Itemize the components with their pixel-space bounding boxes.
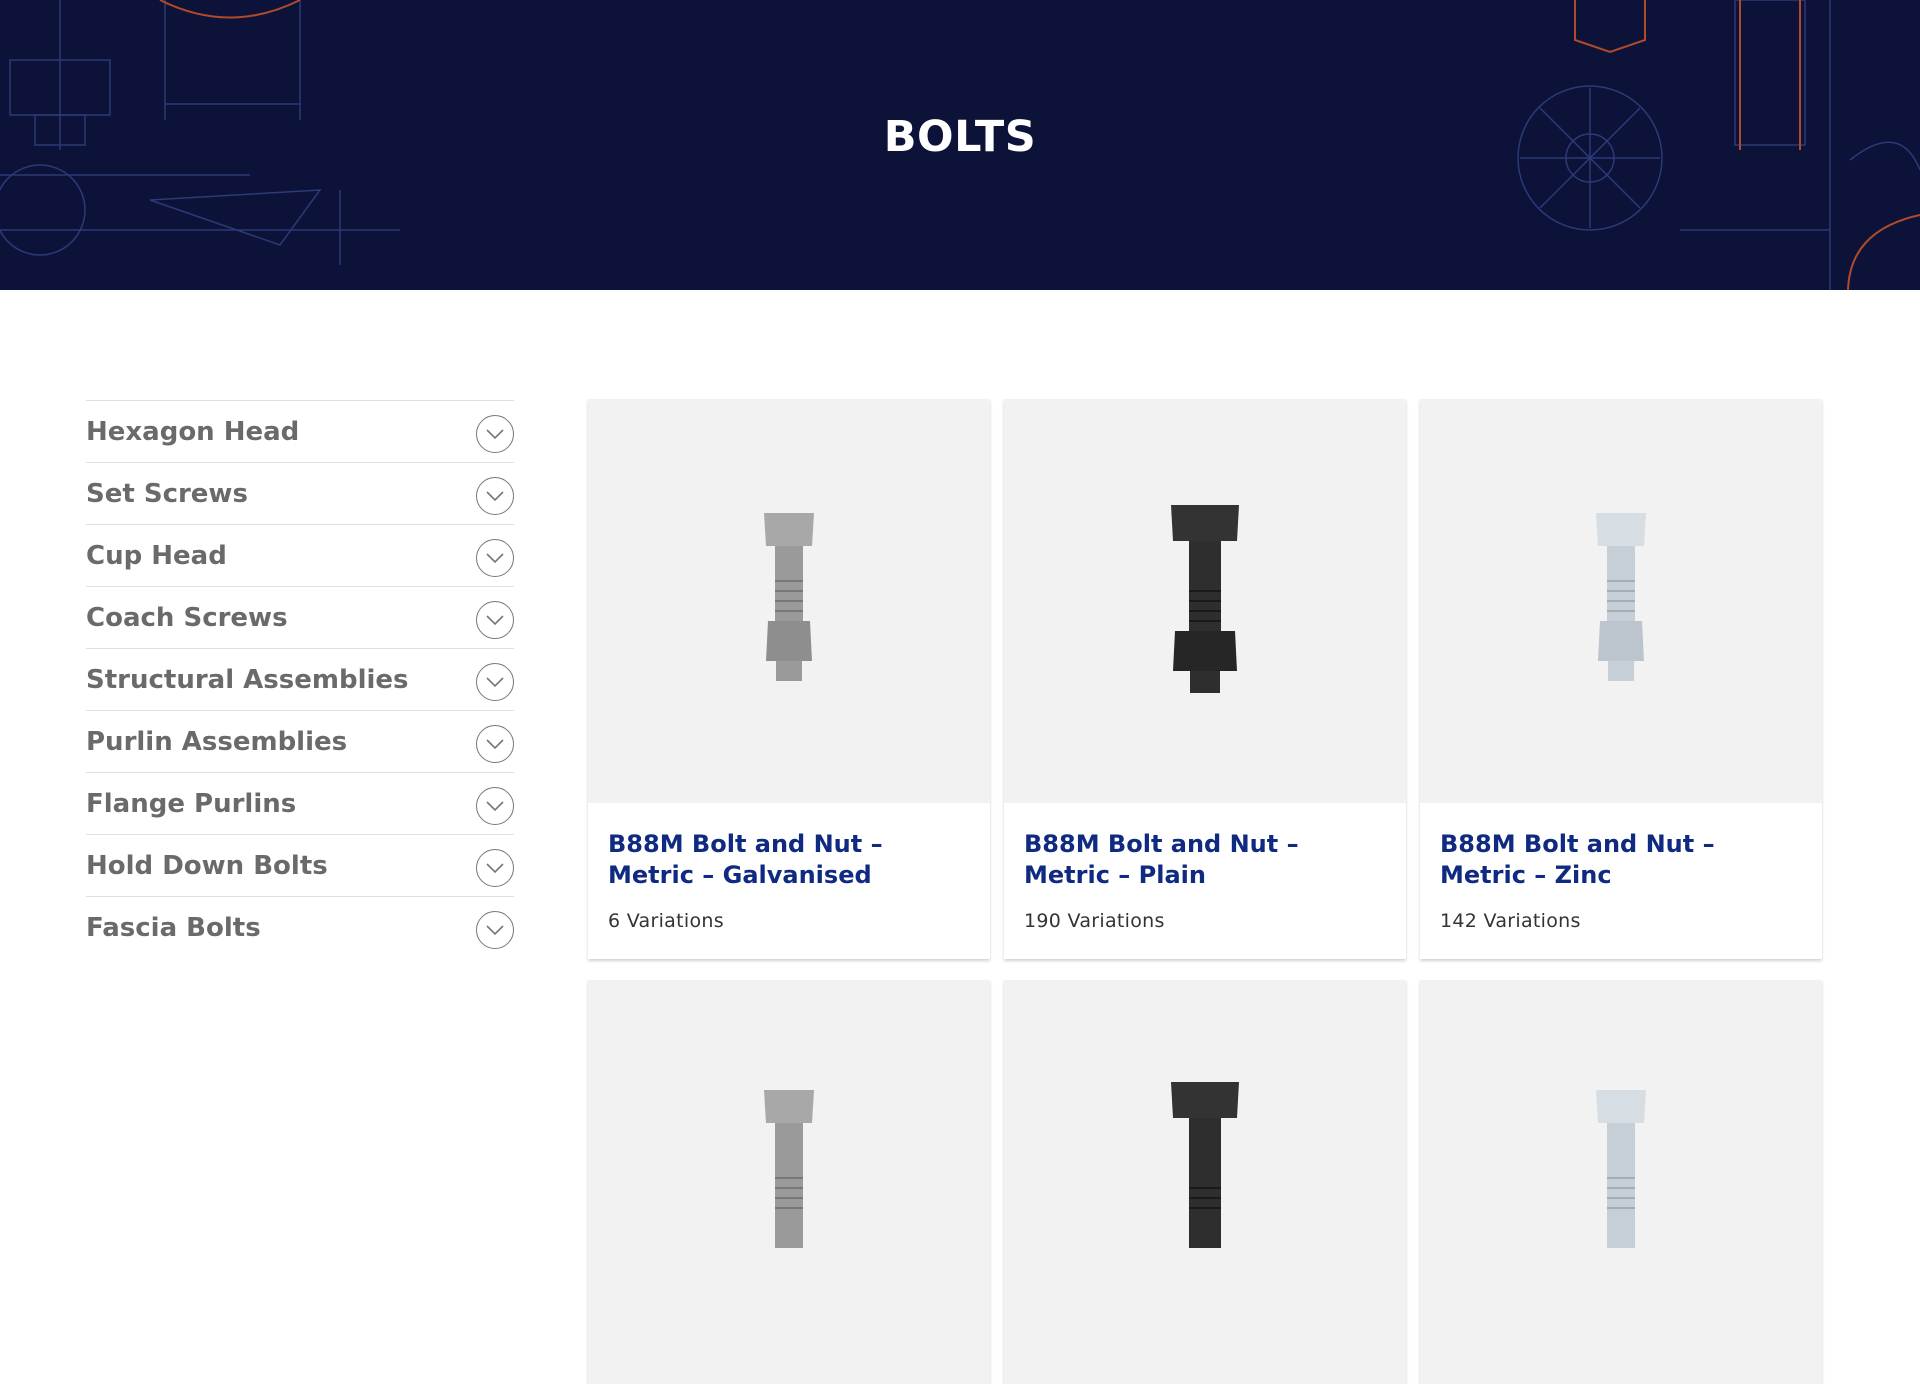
- sidebar-item-coach-screws[interactable]: Coach Screws: [86, 586, 514, 648]
- bolt-galvanised-icon: [764, 513, 814, 681]
- product-card-zinc-2[interactable]: [1420, 980, 1822, 1384]
- bolt-plain-icon: [1171, 505, 1239, 693]
- product-title[interactable]: B88M Bolt and Nut – Metric – Plain: [1024, 829, 1386, 891]
- sidebar-item-purlin-assemblies[interactable]: Purlin Assemblies: [86, 710, 514, 772]
- sidebar-item-label: Hexagon Head: [86, 416, 300, 447]
- chevron-down-icon[interactable]: [476, 476, 514, 515]
- product-title[interactable]: B88M Bolt and Nut – Metric – Zinc: [1440, 829, 1802, 891]
- sidebar-item-label: Flange Purlins: [86, 788, 297, 819]
- bolt-plain-icon: [1171, 1082, 1239, 1248]
- product-image[interactable]: [1420, 399, 1822, 803]
- product-image[interactable]: [1420, 980, 1822, 1384]
- product-card-zinc[interactable]: B88M Bolt and Nut – Metric – Zinc 142 Va…: [1420, 399, 1822, 959]
- sidebar-item-structural-assemblies[interactable]: Structural Assemblies: [86, 648, 514, 710]
- hero-banner: BOLTS: [0, 0, 1920, 290]
- sidebar-item-hold-down-bolts[interactable]: Hold Down Bolts: [86, 834, 514, 896]
- sidebar-item-cup-head[interactable]: Cup Head: [86, 524, 514, 586]
- sidebar-item-label: Cup Head: [86, 540, 227, 571]
- bolt-zinc-icon: [1596, 513, 1646, 681]
- product-variations: 142 Variations: [1440, 910, 1581, 932]
- product-variations: 190 Variations: [1024, 910, 1165, 932]
- bolt-galvanised-icon: [764, 1090, 814, 1248]
- chevron-down-icon[interactable]: [476, 724, 514, 763]
- product-card-plain-2[interactable]: [1004, 980, 1406, 1384]
- sidebar-item-hexagon-head[interactable]: Hexagon Head: [86, 400, 514, 462]
- sidebar-item-set-screws[interactable]: Set Screws: [86, 462, 514, 524]
- page-title: BOLTS: [883, 112, 1037, 162]
- product-image[interactable]: [588, 980, 990, 1384]
- chevron-down-icon[interactable]: [476, 662, 514, 701]
- sidebar-item-label: Purlin Assemblies: [86, 726, 348, 757]
- sidebar-item-fascia-bolts[interactable]: Fascia Bolts: [86, 896, 514, 958]
- product-card-plain[interactable]: B88M Bolt and Nut – Metric – Plain 190 V…: [1004, 399, 1406, 959]
- sidebar-item-label: Coach Screws: [86, 602, 288, 633]
- product-variations: 6 Variations: [608, 910, 724, 932]
- sidebar-item-label: Structural Assemblies: [86, 664, 409, 695]
- chevron-down-icon[interactable]: [476, 600, 514, 639]
- sidebar-item-label: Set Screws: [86, 478, 248, 509]
- bolt-zinc-icon: [1596, 1090, 1646, 1248]
- chevron-down-icon[interactable]: [476, 910, 514, 949]
- product-title[interactable]: B88M Bolt and Nut – Metric – Galvanised: [608, 829, 970, 891]
- sidebar-item-label: Fascia Bolts: [86, 912, 261, 943]
- sidebar-item-label: Hold Down Bolts: [86, 850, 328, 881]
- product-card-galvanised-2[interactable]: [588, 980, 990, 1384]
- product-image[interactable]: [1004, 399, 1406, 803]
- chevron-down-icon[interactable]: [476, 786, 514, 825]
- category-sidebar: Hexagon Head Set Screws Cup Head Coach S…: [86, 400, 514, 958]
- sidebar-item-flange-purlins[interactable]: Flange Purlins: [86, 772, 514, 834]
- product-card-galvanised[interactable]: B88M Bolt and Nut – Metric – Galvanised …: [588, 399, 990, 959]
- chevron-down-icon[interactable]: [476, 848, 514, 887]
- chevron-down-icon[interactable]: [476, 538, 514, 577]
- product-image[interactable]: [1004, 980, 1406, 1384]
- product-image[interactable]: [588, 399, 990, 803]
- chevron-down-icon[interactable]: [476, 414, 514, 453]
